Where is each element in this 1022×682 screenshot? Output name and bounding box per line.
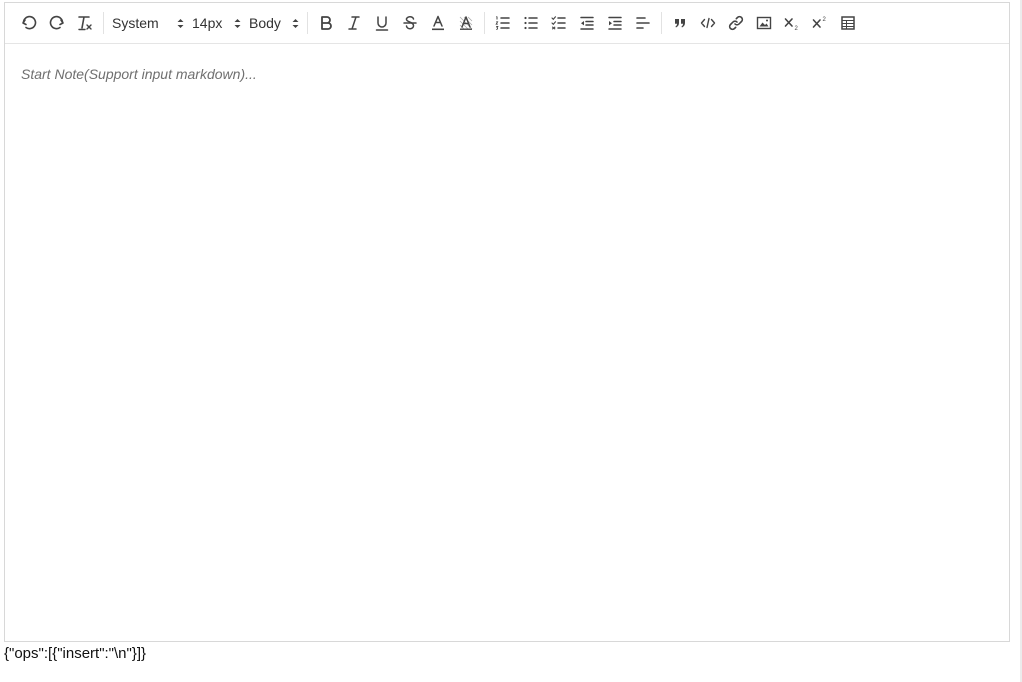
rich-text-editor: System 14px Body 2 2 Start Note(Support … — [4, 2, 1010, 642]
background-color-button[interactable] — [452, 11, 480, 35]
underline-button[interactable] — [368, 11, 396, 35]
blockquote-button[interactable] — [666, 11, 694, 35]
background-color-icon — [459, 16, 473, 30]
svg-text:2: 2 — [823, 17, 827, 23]
font-family-picker[interactable]: System — [108, 11, 188, 35]
image-icon — [756, 16, 772, 30]
redo-icon — [49, 15, 64, 30]
editor-placeholder: Start Note(Support input markdown)... — [21, 66, 257, 82]
bullet-list-icon — [524, 16, 538, 30]
header-picker[interactable]: Body — [245, 11, 303, 35]
indent-button[interactable] — [601, 11, 629, 35]
updown-arrow-icon — [177, 18, 184, 29]
code-block-icon — [700, 17, 716, 29]
clear-format-icon — [78, 16, 92, 31]
toolbar-separator — [661, 12, 662, 34]
clear-format-button[interactable] — [71, 11, 99, 35]
table-button[interactable] — [834, 11, 862, 35]
header-value: Body — [249, 15, 281, 31]
align-left-button[interactable] — [629, 11, 657, 35]
updown-arrow-icon — [234, 18, 241, 29]
strikethrough-button[interactable] — [396, 11, 424, 35]
outdent-icon — [580, 16, 594, 30]
delta-output: {"ops":[{"insert":"\n"}]} — [4, 645, 147, 662]
undo-icon — [22, 15, 37, 30]
indent-icon — [608, 16, 622, 30]
strikethrough-icon — [403, 16, 417, 30]
link-icon — [728, 15, 744, 31]
subscript-icon: 2 — [784, 18, 799, 32]
ordered-list-button[interactable] — [489, 11, 517, 35]
italic-button[interactable] — [340, 11, 368, 35]
bold-icon — [321, 16, 332, 30]
redo-button[interactable] — [43, 11, 71, 35]
subscript-button[interactable]: 2 — [778, 11, 806, 35]
code-block-button[interactable] — [694, 11, 722, 35]
superscript-button[interactable]: 2 — [806, 11, 834, 35]
toolbar-separator — [484, 12, 485, 34]
undo-button[interactable] — [15, 11, 43, 35]
italic-icon — [348, 16, 360, 30]
link-button[interactable] — [722, 11, 750, 35]
font-family-value: System — [112, 15, 159, 31]
editor-content-area[interactable]: Start Note(Support input markdown)... — [5, 44, 1009, 642]
text-color-icon — [432, 15, 444, 31]
align-left-icon — [636, 17, 650, 29]
font-size-value: 14px — [192, 15, 223, 31]
ordered-list-icon — [495, 16, 510, 30]
image-button[interactable] — [750, 11, 778, 35]
table-icon — [841, 16, 855, 30]
checklist-button[interactable] — [545, 11, 573, 35]
updown-arrow-icon — [292, 18, 299, 29]
checklist-icon — [551, 16, 566, 30]
underline-icon — [375, 16, 389, 31]
toolbar-separator — [103, 12, 104, 34]
font-size-picker[interactable]: 14px — [188, 11, 245, 35]
blockquote-icon — [675, 19, 685, 28]
bullet-list-button[interactable] — [517, 11, 545, 35]
outdent-button[interactable] — [573, 11, 601, 35]
editor-toolbar: System 14px Body 2 2 — [5, 3, 1009, 44]
superscript-icon: 2 — [812, 17, 827, 28]
svg-text:2: 2 — [795, 26, 799, 32]
toolbar-separator — [307, 12, 308, 34]
bold-button[interactable] — [312, 11, 340, 35]
text-color-button[interactable] — [424, 11, 452, 35]
